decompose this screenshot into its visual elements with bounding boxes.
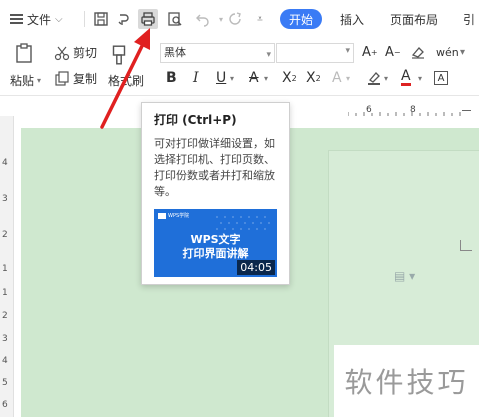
ruler-label: 6: [2, 400, 8, 410]
menu-icon: [10, 14, 23, 24]
font-name-value: 黑体: [164, 46, 186, 59]
ruler-corner-mark: [462, 110, 471, 111]
copy-label: 复制: [73, 72, 98, 86]
margin-mark: [460, 250, 472, 251]
cut-label: 剪切: [73, 46, 98, 60]
wps-logo-icon: [158, 212, 166, 219]
tooltip-description: 可对打印做详细设置，如选择打印机、打印页数、打印份数或者并打和缩放等。: [154, 137, 275, 198]
undo-icon[interactable]: [194, 9, 212, 29]
separator: [84, 11, 85, 27]
strikethrough-icon[interactable]: A: [249, 68, 259, 88]
tab-home[interactable]: 开始: [280, 9, 323, 29]
print-tooltip: 打印 (Ctrl+P) 可对打印做详细设置，如选择打印机、打印页数、打印份数或者…: [141, 102, 290, 285]
chevron-down-icon[interactable]: ▾: [264, 68, 268, 88]
print-icon[interactable]: [138, 9, 158, 29]
ruler-ticks: [348, 112, 461, 116]
redo-icon[interactable]: [226, 9, 244, 29]
format-brush-label: 格式刷: [108, 74, 145, 88]
chevron-down-icon[interactable]: ▾: [460, 42, 465, 62]
copy-icon: [55, 70, 69, 86]
ruler-label: 1: [2, 264, 8, 274]
tooltip-video-thumbnail[interactable]: WPS学院 WPS文字 打印界面讲解 04:05: [154, 209, 277, 277]
ruler-label: 3: [2, 194, 8, 204]
video-brand: WPS学院: [158, 212, 189, 219]
vertical-ruler: 4 3 2 1 1 2 3 4 5 6: [0, 116, 14, 417]
pinyin-label: wén: [436, 45, 459, 59]
chevron-down-icon[interactable]: ▾: [230, 68, 234, 88]
text-effect-icon[interactable]: A: [332, 68, 342, 88]
ruler-label: 4: [2, 158, 8, 168]
paste-button[interactable]: [14, 42, 34, 64]
italic-icon[interactable]: I: [193, 68, 199, 88]
file-menu-button[interactable]: 文件 ⌵: [10, 9, 63, 29]
video-title-line2: 打印界面讲解: [182, 247, 249, 260]
cut-button[interactable]: 剪切: [54, 44, 97, 61]
font-color-icon[interactable]: A: [401, 68, 411, 86]
highlight-icon[interactable]: [366, 68, 382, 88]
chevron-down-icon: ▾: [345, 46, 350, 56]
file-menu-label: 文件: [27, 12, 52, 27]
ribbon: 粘贴 ▾ 剪切 复制 格式刷 黑体 ▾ ▾ A + A − wén ▾ B I U ▾…: [0, 38, 479, 96]
chevron-down-icon[interactable]: ▾: [346, 68, 350, 88]
font-name-select[interactable]: 黑体 ▾: [160, 43, 275, 63]
ruler-label: 4: [2, 356, 8, 366]
chevron-down-icon: ▾: [266, 50, 271, 60]
video-duration: 04:05: [237, 260, 275, 275]
left-margin: [14, 116, 21, 417]
video-brand-label: WPS学院: [168, 213, 190, 219]
paste-label-wrap[interactable]: 粘贴 ▾: [10, 72, 41, 89]
scissors-icon: [54, 46, 70, 60]
chevron-down-icon[interactable]: ▾: [418, 68, 422, 88]
font-size-select[interactable]: ▾: [276, 43, 354, 63]
chevron-down-icon: ⌵: [55, 13, 63, 25]
paste-label: 粘贴: [10, 74, 35, 88]
character-border-icon[interactable]: A: [434, 71, 448, 85]
ruler-label: 5: [2, 378, 8, 388]
top-toolbar: 文件 ⌵ ▾ ⩡ 开始 插入 页面布局 引: [0, 0, 479, 38]
format-brush-button[interactable]: 格式刷: [108, 72, 144, 89]
pinyin-button[interactable]: wén: [436, 42, 459, 62]
customize-quick-access-icon[interactable]: ⩡: [251, 9, 269, 29]
tab-reference[interactable]: 引: [463, 9, 475, 29]
format-brush-icon-wrap[interactable]: [110, 44, 128, 66]
brush-icon: [112, 45, 126, 65]
chevron-down-icon[interactable]: ▾: [384, 68, 388, 88]
format-painter-icon[interactable]: [115, 9, 133, 29]
margin-mark: [460, 240, 461, 250]
paragraph-layout-icon[interactable]: ▤ ▾: [394, 269, 415, 283]
grow-font-icon[interactable]: A +: [362, 42, 378, 62]
bold-icon[interactable]: B: [166, 68, 177, 88]
ruler-label: 1: [2, 288, 8, 298]
subscript-icon[interactable]: X2: [306, 68, 321, 88]
tab-insert[interactable]: 插入: [340, 9, 364, 29]
ruler-label: 3: [2, 334, 8, 344]
save-icon[interactable]: [92, 9, 110, 29]
watermark-text: 软件技巧: [334, 345, 479, 417]
copy-button[interactable]: 复制: [54, 70, 97, 87]
ruler-label: 2: [2, 311, 8, 321]
superscript-icon[interactable]: X2: [282, 68, 297, 88]
ruler-label: 2: [2, 230, 8, 240]
tab-page-layout[interactable]: 页面布局: [390, 9, 438, 29]
tooltip-title: 打印 (Ctrl+P): [154, 113, 237, 127]
shrink-font-icon[interactable]: A −: [385, 42, 401, 62]
clear-format-icon[interactable]: [410, 42, 426, 62]
print-preview-icon[interactable]: [166, 9, 184, 29]
underline-icon[interactable]: U: [216, 68, 226, 88]
